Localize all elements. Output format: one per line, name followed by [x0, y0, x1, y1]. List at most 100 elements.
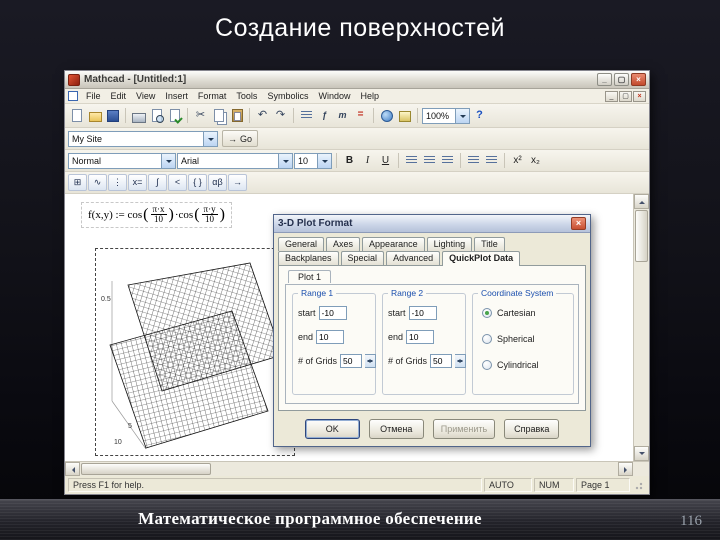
insert-unit-icon[interactable]: m: [334, 107, 351, 124]
resize-grip[interactable]: [634, 479, 646, 491]
horizontal-scrollbar[interactable]: [65, 462, 633, 476]
radio-cylindrical[interactable]: [482, 360, 492, 370]
subscript-button[interactable]: x₂: [527, 153, 544, 169]
align-right-icon[interactable]: [439, 152, 456, 169]
help-button[interactable]: Справка: [504, 419, 560, 439]
vertical-scrollbar[interactable]: [633, 194, 649, 461]
insert-component-icon[interactable]: [396, 107, 413, 124]
range-2-start-input[interactable]: [408, 306, 437, 320]
tab-general[interactable]: General: [278, 237, 325, 251]
spell-check-icon[interactable]: [166, 107, 183, 124]
symbolic-palette-icon[interactable]: →: [228, 174, 247, 191]
go-button[interactable]: → Go: [222, 130, 259, 147]
chevron-down-icon[interactable]: [203, 131, 217, 146]
range-1-end-input[interactable]: [316, 330, 345, 344]
numbered-list-icon[interactable]: [483, 152, 500, 169]
chevron-down-icon[interactable]: [317, 153, 331, 168]
font-size-select[interactable]: 10: [294, 152, 332, 169]
calculus-palette-icon[interactable]: ∫: [148, 174, 167, 191]
radio-spherical[interactable]: [482, 334, 492, 344]
scroll-down-icon[interactable]: [634, 446, 649, 461]
save-icon[interactable]: [104, 107, 121, 124]
tab-advanced[interactable]: Advanced: [386, 251, 441, 265]
plot-region[interactable]: 0.5 10 5 10: [95, 248, 295, 456]
evaluation-palette-icon[interactable]: x=: [128, 174, 147, 191]
tab-title[interactable]: Title: [474, 237, 505, 251]
scroll-right-icon[interactable]: [618, 462, 633, 476]
insert-function-icon[interactable]: ƒ: [316, 107, 333, 124]
bold-button[interactable]: B: [341, 153, 358, 169]
formula-region[interactable]: f(x,y) := cos ( π·x 10 ) ·cos ( π·y 10 ): [81, 202, 232, 228]
menu-help[interactable]: Help: [355, 91, 384, 101]
print-icon[interactable]: [130, 107, 147, 124]
superscript-button[interactable]: x²: [509, 153, 526, 169]
minimize-button[interactable]: _: [597, 73, 612, 86]
bullet-list-icon[interactable]: [465, 152, 482, 169]
chevron-down-icon[interactable]: [455, 108, 469, 123]
scroll-up-icon[interactable]: [634, 194, 649, 209]
tab-appearance[interactable]: Appearance: [362, 237, 425, 251]
tab-quickplot-data[interactable]: QuickPlot Data: [442, 251, 521, 266]
redo-icon[interactable]: ↷: [272, 107, 289, 124]
graph-palette-icon[interactable]: ∿: [88, 174, 107, 191]
cancel-button[interactable]: Отмена: [368, 419, 424, 439]
tab-plot-1[interactable]: Plot 1: [288, 270, 332, 283]
align-regions-icon[interactable]: [298, 107, 315, 124]
calculate-icon[interactable]: =: [352, 107, 369, 124]
mdi-close-button[interactable]: ×: [633, 90, 646, 102]
mdi-restore-button[interactable]: ▢: [619, 90, 632, 102]
dialog-titlebar[interactable]: 3-D Plot Format ×: [274, 215, 590, 233]
worksheet[interactable]: f(x,y) := cos ( π·x 10 ) ·cos ( π·y 10 ): [65, 194, 633, 461]
insert-hyperlink-icon[interactable]: [378, 107, 395, 124]
open-file-icon[interactable]: [86, 107, 103, 124]
menu-file[interactable]: File: [81, 91, 106, 101]
range-2-grids-input[interactable]: [430, 354, 453, 368]
tab-lighting[interactable]: Lighting: [426, 237, 473, 251]
align-center-icon[interactable]: [421, 152, 438, 169]
close-button[interactable]: ×: [631, 73, 646, 86]
maximize-button[interactable]: ▢: [614, 73, 629, 86]
new-file-icon[interactable]: [68, 107, 85, 124]
italic-button[interactable]: I: [359, 153, 376, 169]
font-select[interactable]: Arial: [177, 152, 293, 169]
resource-select[interactable]: My Site: [68, 130, 218, 147]
menu-format[interactable]: Format: [193, 91, 232, 101]
spinner-icon[interactable]: [365, 354, 377, 368]
zoom-select[interactable]: 100%: [422, 107, 470, 124]
range-2-end-input[interactable]: [406, 330, 435, 344]
help-icon[interactable]: ?: [471, 107, 488, 124]
dialog-close-button[interactable]: ×: [571, 217, 586, 230]
mdi-minimize-button[interactable]: _: [605, 90, 618, 102]
horizontal-scroll-thumb[interactable]: [81, 463, 211, 475]
radio-cartesian[interactable]: [482, 308, 492, 318]
menu-edit[interactable]: Edit: [106, 91, 132, 101]
undo-icon[interactable]: ↶: [254, 107, 271, 124]
spinner-icon[interactable]: [455, 354, 467, 368]
window-titlebar[interactable]: Mathcad - [Untitled:1] _ ▢ ×: [65, 71, 649, 89]
programming-palette-icon[interactable]: { }: [188, 174, 207, 191]
menu-tools[interactable]: Tools: [231, 91, 262, 101]
menu-view[interactable]: View: [131, 91, 160, 101]
tab-axes[interactable]: Axes: [326, 237, 361, 251]
greek-palette-icon[interactable]: αβ: [208, 174, 227, 191]
tab-special[interactable]: Special: [340, 251, 385, 265]
range-1-start-input[interactable]: [318, 306, 347, 320]
chevron-down-icon[interactable]: [278, 153, 292, 168]
align-left-icon[interactable]: [403, 152, 420, 169]
menu-symbolics[interactable]: Symbolics: [262, 91, 313, 101]
style-select[interactable]: Normal: [68, 152, 176, 169]
boolean-palette-icon[interactable]: <: [168, 174, 187, 191]
menu-window[interactable]: Window: [313, 91, 355, 101]
cut-icon[interactable]: ✂: [192, 107, 209, 124]
paste-icon[interactable]: [228, 107, 245, 124]
calculator-palette-icon[interactable]: ⊞: [68, 174, 87, 191]
matrix-palette-icon[interactable]: ⋮: [108, 174, 127, 191]
scroll-left-icon[interactable]: [65, 462, 80, 476]
ok-button[interactable]: OK: [304, 419, 360, 439]
chevron-down-icon[interactable]: [161, 153, 175, 168]
range-1-grids-input[interactable]: [340, 354, 363, 368]
copy-icon[interactable]: [210, 107, 227, 124]
tab-backplanes[interactable]: Backplanes: [278, 251, 339, 265]
vertical-scroll-thumb[interactable]: [635, 210, 648, 262]
underline-button[interactable]: U: [377, 153, 394, 169]
